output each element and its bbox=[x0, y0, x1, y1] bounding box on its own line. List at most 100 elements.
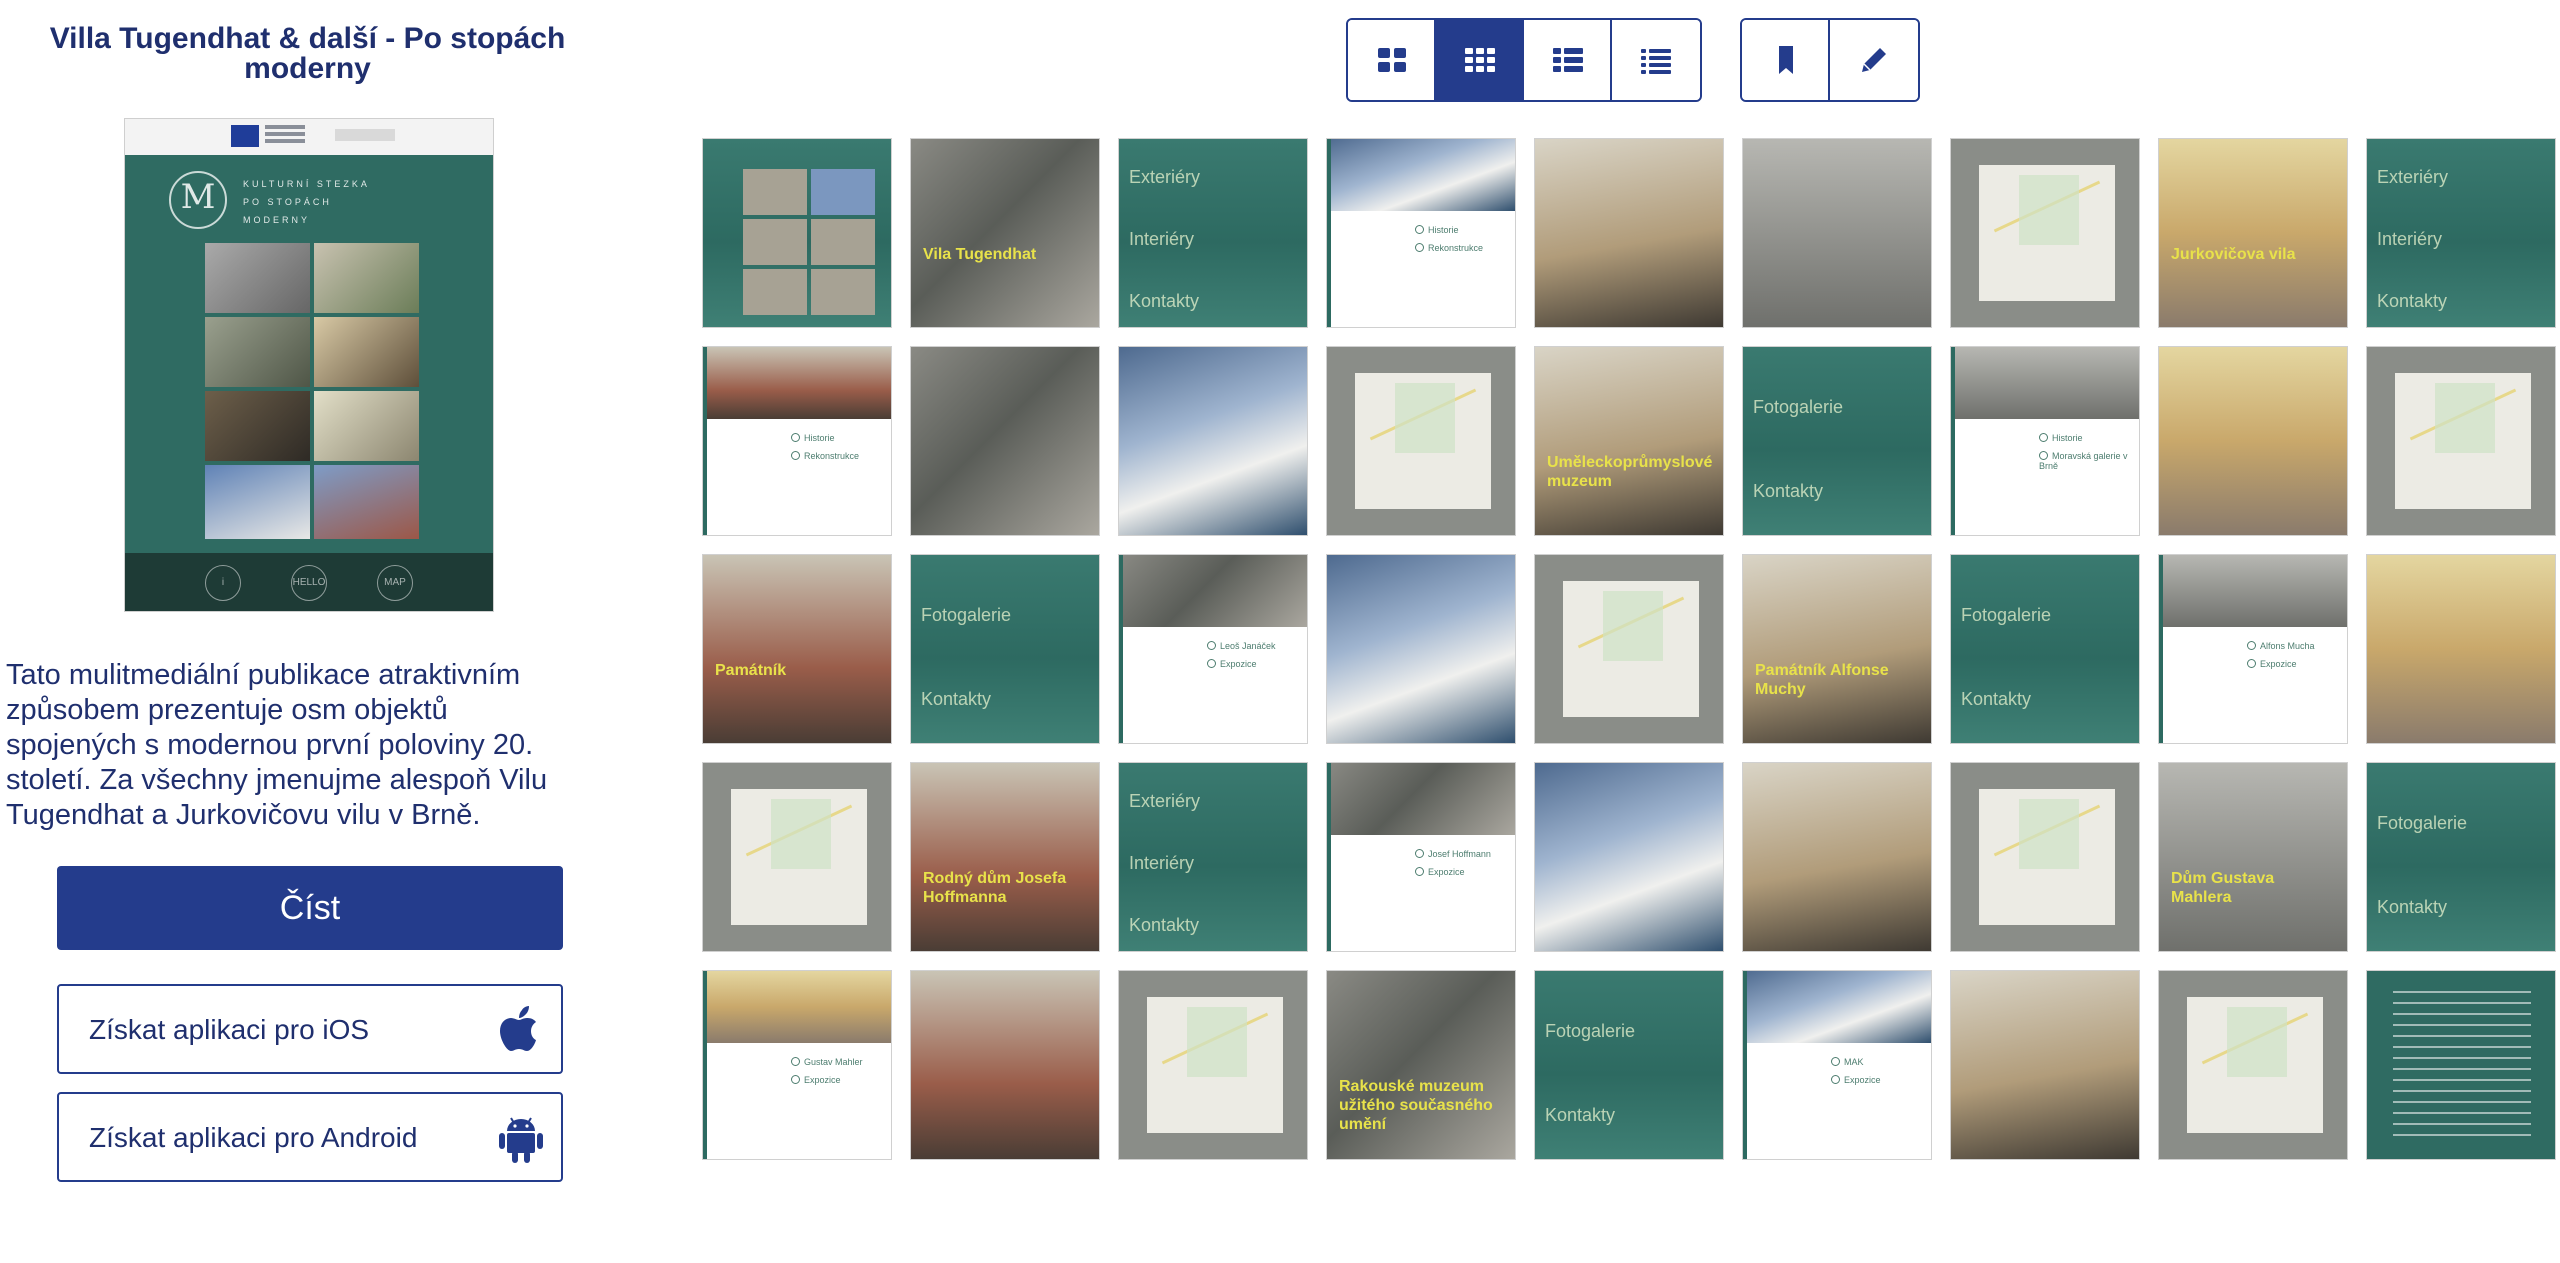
page-thumbnail[interactable]: Památník bbox=[702, 554, 892, 744]
page-thumbnail[interactable] bbox=[1950, 970, 2140, 1160]
page-thumbnail[interactable] bbox=[910, 970, 1100, 1160]
title-page: Rodný dům Josefa Hoffmanna bbox=[911, 763, 1099, 951]
get-ios-app-button[interactable]: Získat aplikaci pro iOS bbox=[57, 984, 563, 1074]
page-thumbnail[interactable]: Josef Hoffmann Expozice bbox=[1326, 762, 1516, 952]
info-page: Historie Rekonstrukce bbox=[703, 347, 891, 535]
map-page bbox=[2367, 347, 2555, 535]
annotate-button[interactable] bbox=[1830, 20, 1918, 100]
map-image bbox=[2187, 997, 2323, 1133]
page-thumbnail[interactable]: Fotogalerie Kontakty bbox=[1534, 970, 1724, 1160]
page-thumbnail[interactable] bbox=[1326, 554, 1516, 744]
text-line bbox=[2393, 991, 2531, 993]
page-thumbnail[interactable]: Exteriéry Interiéry Kontakty bbox=[1118, 138, 1308, 328]
bookmark-button[interactable] bbox=[1742, 20, 1830, 100]
page-thumbnail[interactable] bbox=[1118, 346, 1308, 536]
page-thumbnail[interactable] bbox=[1950, 138, 2140, 328]
map-page bbox=[2159, 971, 2347, 1159]
tools-toolbar bbox=[1740, 18, 1920, 102]
get-ios-app-label: Získat aplikaci pro iOS bbox=[89, 1014, 370, 1045]
page-thumbnail[interactable]: Památník Alfonse Muchy bbox=[1742, 554, 1932, 744]
page-thumbnail[interactable] bbox=[2158, 970, 2348, 1160]
info-bullet: Expozice bbox=[1415, 867, 1465, 877]
page-thumbnail[interactable]: Exteriéry Interiéry Kontakty bbox=[1118, 762, 1308, 952]
collage-photo bbox=[811, 169, 875, 215]
view-small-grid-button[interactable] bbox=[1436, 20, 1524, 100]
cover-info-icon: i bbox=[205, 565, 241, 601]
cover-headline-line: MODERNY bbox=[243, 215, 311, 225]
page-thumbnail[interactable] bbox=[1534, 554, 1724, 744]
page-accent-bar bbox=[1327, 139, 1331, 327]
page-thumbnail[interactable] bbox=[1534, 138, 1724, 328]
view-list-thumbnails-button[interactable] bbox=[1524, 20, 1612, 100]
page-thumbnail[interactable]: Gustav Mahler Expozice bbox=[702, 970, 892, 1160]
text-line bbox=[2393, 1002, 2531, 1004]
menu-item-label: Kontakty bbox=[1129, 915, 1200, 935]
page-thumbnail[interactable]: Rakouské muzeum užitého současného umění bbox=[1326, 970, 1516, 1160]
page-thumbnail[interactable]: Fotogalerie Kontakty bbox=[910, 554, 1100, 744]
cover-photo bbox=[205, 243, 310, 313]
menu-item-label: Kontakty bbox=[1961, 689, 2032, 709]
menu-item-label: Fotogalerie bbox=[921, 605, 1012, 625]
text-line bbox=[2393, 1079, 2531, 1081]
page-thumbnail[interactable]: Alfons Mucha Expozice bbox=[2158, 554, 2348, 744]
map-image bbox=[2395, 373, 2531, 509]
page-thumbnail[interactable] bbox=[2366, 554, 2556, 744]
page-thumbnail[interactable] bbox=[2366, 970, 2556, 1160]
cover-photo bbox=[314, 465, 419, 539]
photo-page bbox=[911, 971, 1099, 1159]
page-thumbnail[interactable] bbox=[1742, 762, 1932, 952]
page-thumbnail[interactable] bbox=[702, 762, 892, 952]
page-thumbnail[interactable] bbox=[1326, 346, 1516, 536]
page-thumbnail[interactable] bbox=[2158, 346, 2348, 536]
page-thumbnail[interactable]: Rodný dům Josefa Hoffmanna bbox=[910, 762, 1100, 952]
text-line bbox=[2393, 1134, 2531, 1136]
page-thumbnail[interactable]: Vila Tugendhat bbox=[910, 138, 1100, 328]
info-page: Alfons Mucha Expozice bbox=[2159, 555, 2347, 743]
page-thumbnail[interactable] bbox=[702, 138, 892, 328]
publication-cover[interactable]: KULTURNÍ STEZKA PO STOPÁCH MODERNY i HEL… bbox=[124, 118, 494, 612]
photo-page bbox=[2159, 347, 2347, 535]
page-thumbnail[interactable]: Dům Gustava Mahlera bbox=[2158, 762, 2348, 952]
info-bullet: Historie bbox=[791, 433, 835, 443]
page-photo bbox=[703, 971, 891, 1043]
cover-logos-strip bbox=[125, 119, 493, 155]
read-button[interactable]: Číst bbox=[57, 866, 563, 950]
page-thumbnail[interactable] bbox=[1742, 138, 1932, 328]
photo-page bbox=[1743, 139, 1931, 327]
page-thumbnail[interactable]: Fotogalerie Kontakty bbox=[1742, 346, 1932, 536]
cover-photo bbox=[205, 317, 310, 387]
page-thumbnail[interactable] bbox=[910, 346, 1100, 536]
page-thumbnail[interactable]: Fotogalerie Kontakty bbox=[2366, 762, 2556, 952]
info-bullet: Rekonstrukce bbox=[791, 451, 859, 461]
page-thumbnail[interactable] bbox=[1950, 762, 2140, 952]
page-thumbnail[interactable] bbox=[1118, 970, 1308, 1160]
view-list-button[interactable] bbox=[1612, 20, 1700, 100]
page-accent-bar bbox=[1951, 347, 1955, 535]
map-image bbox=[1979, 165, 2115, 301]
view-large-grid-button[interactable] bbox=[1348, 20, 1436, 100]
menu-page: Exteriéry Interiéry Kontakty bbox=[2367, 139, 2555, 327]
map-image bbox=[1147, 997, 1283, 1133]
eu-flag-icon bbox=[231, 125, 259, 147]
pencil-icon bbox=[1862, 48, 1886, 72]
get-android-app-button[interactable]: Získat aplikaci pro Android bbox=[57, 1092, 563, 1182]
text-line bbox=[2393, 1101, 2531, 1103]
page-thumbnail[interactable] bbox=[2366, 346, 2556, 536]
page-thumbnail[interactable]: Exteriéry Interiéry Kontakty bbox=[2366, 138, 2556, 328]
menu-item-label: Exteriéry bbox=[2377, 167, 2449, 187]
text-line bbox=[2393, 1123, 2531, 1125]
page-thumbnail[interactable]: Historie Rekonstrukce bbox=[1326, 138, 1516, 328]
cover-photo-collage bbox=[205, 243, 419, 539]
page-thumbnail[interactable]: Uměleckoprůmyslové muzeum bbox=[1534, 346, 1724, 536]
page-thumbnail[interactable]: Historie Moravská galerie v Brně bbox=[1950, 346, 2140, 536]
page-thumbnail[interactable]: Historie Rekonstrukce bbox=[702, 346, 892, 536]
page-thumbnail[interactable]: Jurkovičova vila bbox=[2158, 138, 2348, 328]
info-bullet: Rekonstrukce bbox=[1415, 243, 1483, 253]
info-bullet: Historie bbox=[2039, 433, 2083, 443]
page-thumbnail[interactable]: MAK Expozice bbox=[1742, 970, 1932, 1160]
page-thumbnail[interactable] bbox=[1534, 762, 1724, 952]
page-thumbnail[interactable]: Leoš Janáček Expozice bbox=[1118, 554, 1308, 744]
page-thumbnail[interactable]: Fotogalerie Kontakty bbox=[1950, 554, 2140, 744]
cover-photo bbox=[314, 391, 419, 461]
page-title-label: Dům Gustava Mahlera bbox=[2171, 870, 2275, 906]
